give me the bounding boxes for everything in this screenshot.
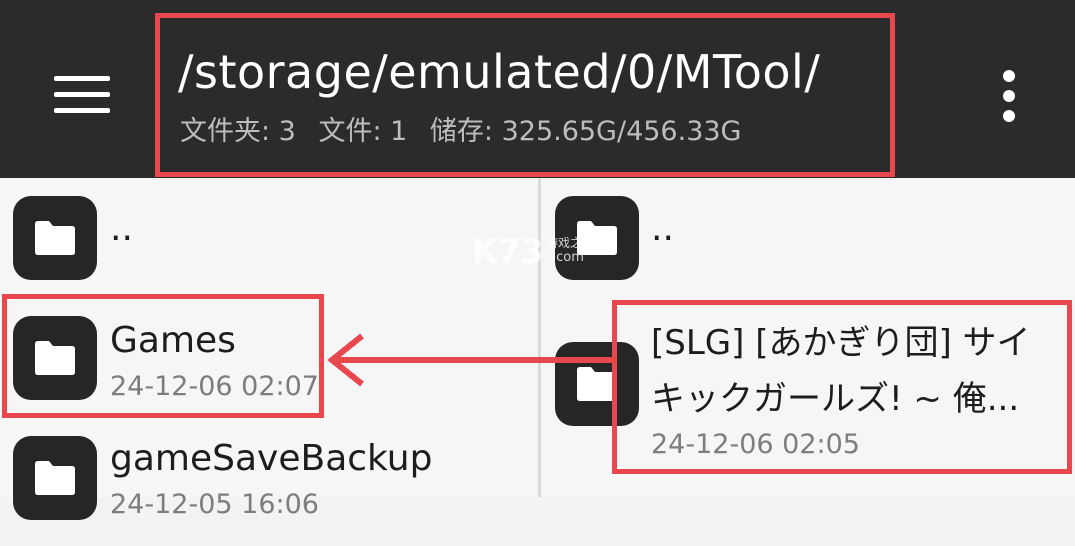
- menu-icon[interactable]: [52, 70, 112, 118]
- item-date: 24-12-06 02:05: [651, 429, 860, 460]
- watermark-sub2: .com: [552, 250, 584, 265]
- folder-icon: [13, 436, 97, 520]
- folder-icon: [13, 316, 97, 400]
- watermark-logo: K73 游戏之家 .com: [472, 232, 612, 272]
- storage-usage: 储存: 325.65G/456.33G: [429, 116, 742, 147]
- item-name: Games: [110, 320, 236, 361]
- right-file-pane: .. [SLG] [あかぎり団] サイ キックガールズ! ~ 俺... 24-1…: [541, 178, 1075, 497]
- current-path[interactable]: /storage/emulated/0/MTool/: [178, 42, 898, 102]
- item-date: 24-12-05 16:06: [110, 489, 319, 520]
- watermark-sub1: 游戏之家: [546, 236, 595, 250]
- item-name: ..: [110, 208, 133, 249]
- file-count: 文件: 1: [318, 116, 408, 147]
- folder-count: 文件夹: 3: [180, 116, 296, 147]
- watermark-main: K73: [472, 232, 544, 272]
- item-name: gameSaveBackup: [110, 438, 433, 479]
- list-item-parent[interactable]: ..: [541, 178, 1075, 288]
- folder-icon: [13, 196, 97, 280]
- path-stats: 文件夹: 3 文件: 1 储存: 325.65G/456.33G: [180, 112, 880, 152]
- list-item-parent[interactable]: ..: [0, 178, 538, 288]
- item-name-line2: キックガールズ! ~ 俺...: [651, 379, 1020, 419]
- item-name-line1: [SLG] [あかぎり団] サイ: [651, 323, 1031, 363]
- item-name: ..: [651, 208, 674, 249]
- list-item-slg-game[interactable]: [SLG] [あかぎり団] サイ キックガールズ! ~ 俺... 24-12-0…: [541, 306, 1075, 476]
- arrow-left-icon: [327, 333, 616, 387]
- more-vert-icon[interactable]: [996, 66, 1024, 126]
- toolbar: /storage/emulated/0/MTool/ 文件夹: 3 文件: 1 …: [0, 0, 1075, 178]
- list-item-gamesavebackup[interactable]: gameSaveBackup 24-12-05 16:06: [0, 426, 538, 546]
- item-date: 24-12-06 02:07: [110, 371, 319, 402]
